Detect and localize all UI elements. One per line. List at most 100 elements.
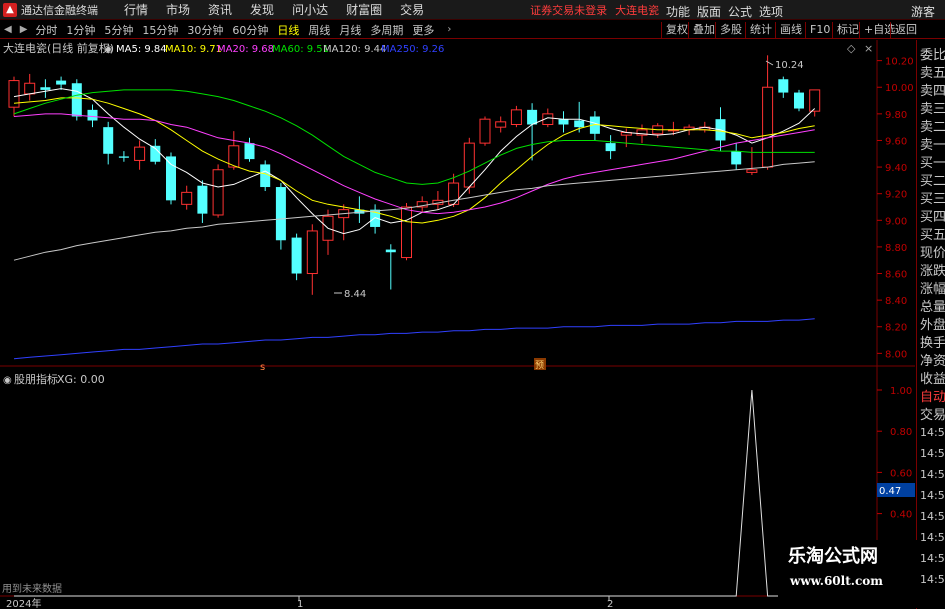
- candle-body-8: [134, 146, 146, 161]
- candle-body-35: [558, 119, 569, 125]
- sidebar-time-5: 14:56: [920, 531, 945, 544]
- y-tick-label-6: 9.00: [885, 216, 907, 227]
- candle-body-4: [71, 83, 82, 117]
- candle-body-32: [510, 109, 522, 125]
- period-30min[interactable]: 30分钟: [187, 22, 223, 38]
- ma-label-1: MA10: 9.71: [165, 44, 222, 55]
- period-5min[interactable]: 5分钟: [104, 22, 133, 38]
- title-bar: ▲ 通达信金融终端 行情 市场 资讯 发现 问小达 财富圈 交易 证券交易未登录…: [0, 0, 945, 20]
- sidebar-label-17: 净资: [920, 354, 945, 369]
- tongji-button[interactable]: 统计: [745, 22, 776, 38]
- period-multi[interactable]: 多周期: [370, 22, 403, 38]
- period-15min[interactable]: 15分钟: [142, 22, 178, 38]
- sidebar-label-18: 收益: [920, 372, 945, 387]
- sidebar-label-2: 卖四: [920, 84, 945, 99]
- high-label: 10.24: [775, 60, 804, 71]
- more-chevron-icon[interactable]: ›: [443, 24, 455, 35]
- candle-body-33: [527, 109, 538, 125]
- xg-value: XG: 0.00: [57, 373, 105, 386]
- app-title: 通达信金融终端: [21, 3, 98, 17]
- watermark-url: www.60lt.com: [790, 574, 883, 588]
- sidebar-label-16: 换手: [920, 336, 945, 351]
- y-tick-label-10: 8.20: [885, 323, 907, 334]
- sidebar-label-4: 卖二: [920, 120, 945, 135]
- x-label-1: 1: [297, 599, 303, 609]
- x-label-2: 2: [607, 599, 613, 609]
- ma-settings-icon[interactable]: ◉: [104, 44, 113, 55]
- sidebar-label-7: 买二: [920, 174, 945, 189]
- menu-xuanxiang[interactable]: 选项: [759, 3, 783, 20]
- quote-sidebar: 委比 卖五 卖四 卖三 卖二 卖一 买一 买二 买三 买四 买五 现价 涨跌 涨幅 总量 外盘 换手 净资 收益 自动…: [916, 40, 945, 609]
- diamond-icon[interactable]: ◇: [847, 42, 856, 55]
- stock-title: 大连电瓷(日线 前复权): [3, 41, 114, 55]
- login-warning[interactable]: 证券交易未登录: [530, 2, 607, 18]
- sidebar-time-3: 14:56: [920, 489, 945, 502]
- return-button[interactable]: 返回: [890, 22, 921, 38]
- candle-body-31: [495, 121, 507, 128]
- sidebar-time-7: 14:56: [920, 573, 945, 586]
- period-fenshi[interactable]: 分时: [35, 22, 57, 38]
- period-60min[interactable]: 60分钟: [232, 22, 268, 38]
- huaxian-button[interactable]: 画线: [775, 22, 806, 38]
- indicator-label: 股朋指标: [14, 372, 58, 386]
- menu-shichang[interactable]: 市场: [166, 1, 190, 18]
- sidebar-label-13: 涨幅: [920, 282, 945, 297]
- guest-login[interactable]: 游客: [911, 3, 935, 20]
- marker-s: s: [260, 362, 265, 373]
- menu-gongneng[interactable]: 功能: [666, 3, 690, 20]
- sub-y-tick-label-0: 1.00: [890, 386, 912, 397]
- candle-body-3: [56, 80, 67, 85]
- stock-name-top: 大连电瓷: [615, 3, 660, 17]
- candle-body-5: [87, 109, 98, 121]
- menu-banmian[interactable]: 版面: [697, 3, 721, 20]
- app-logo-icon: ▲: [3, 2, 17, 17]
- ma-label-5: MA250: 9.26: [381, 44, 444, 55]
- back-arrow-icon[interactable]: ◀: [0, 24, 16, 35]
- cursor-value: 0.47: [879, 486, 901, 497]
- candle-body-13: [212, 169, 224, 216]
- ma-label-2: MA20: 9.68: [217, 44, 274, 55]
- forward-arrow-icon[interactable]: ▶: [16, 24, 32, 35]
- ma-label-0: MA5: 9.84: [116, 44, 167, 55]
- sidebar-label-0: 委比: [920, 48, 945, 63]
- watermark-title: 乐淘公式网: [788, 546, 878, 567]
- y-tick-label-9: 8.40: [885, 296, 907, 307]
- sidebar-label-14: 总量: [920, 300, 945, 315]
- candle-body-7: [118, 156, 129, 158]
- sidebar-label-9: 买四: [920, 210, 945, 225]
- ma-label-4: MA120: 9.44: [323, 44, 386, 55]
- y-tick-label-1: 10.00: [885, 83, 914, 94]
- sub-settings-icon[interactable]: ◉: [3, 375, 12, 386]
- y-tick-label-4: 9.40: [885, 163, 907, 174]
- sub-y-tick-label-2: 0.60: [890, 468, 912, 479]
- menu-zixun[interactable]: 资讯: [208, 1, 232, 18]
- period-more[interactable]: 更多: [412, 22, 434, 38]
- sidebar-label-11: 现价: [920, 246, 945, 261]
- menu-jiaoyi[interactable]: 交易: [400, 1, 424, 18]
- menu-gongshi[interactable]: 公式: [728, 3, 752, 20]
- sidebar-label-20: 交易: [920, 408, 945, 423]
- period-weekly[interactable]: 周线: [308, 22, 330, 38]
- close-icon[interactable]: ×: [864, 42, 873, 55]
- period-monthly[interactable]: 月线: [339, 22, 361, 38]
- period-daily[interactable]: 日线: [277, 22, 299, 38]
- candle-body-1: [24, 82, 36, 95]
- y-tick-label-7: 8.80: [885, 243, 907, 254]
- menu-hangqing[interactable]: 行情: [124, 1, 148, 18]
- menu-faxian[interactable]: 发现: [250, 1, 274, 18]
- duogu-button[interactable]: 多股: [715, 22, 746, 38]
- sidebar-time-6: 14:56: [920, 552, 945, 565]
- ma-label-3: MA60: 9.51: [272, 44, 329, 55]
- period-1min[interactable]: 1分钟: [66, 22, 95, 38]
- candle-body-36: [574, 120, 585, 128]
- sidebar-time-1: 14:56: [920, 447, 945, 460]
- f10-button[interactable]: F10: [805, 22, 834, 38]
- candle-body-49: [778, 79, 789, 93]
- menu-caifuquan[interactable]: 财富圈: [346, 1, 382, 18]
- chart-background: [0, 40, 915, 609]
- menu-wenxiaoda[interactable]: 问小达: [292, 1, 328, 18]
- kline-chart[interactable]: 大连电瓷(日线 前复权) ◉ MA5: 9.84MA10: 9.71MA20: …: [0, 40, 915, 609]
- sidebar-time-4: 14:56: [920, 510, 945, 523]
- candle-body-2: [40, 87, 51, 90]
- sidebar-label-6: 买一: [920, 156, 945, 171]
